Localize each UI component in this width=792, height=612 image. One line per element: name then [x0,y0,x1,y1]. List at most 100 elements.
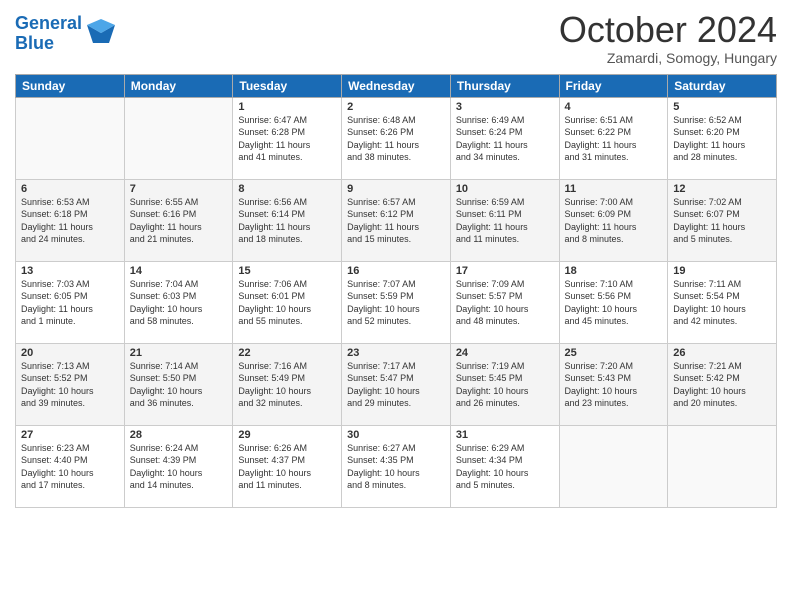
day-info: Sunrise: 6:55 AM Sunset: 6:16 PM Dayligh… [130,196,228,246]
day-number: 29 [238,429,336,441]
calendar-cell: 28Sunrise: 6:24 AM Sunset: 4:39 PM Dayli… [124,425,233,507]
calendar-row-0: 1Sunrise: 6:47 AM Sunset: 6:28 PM Daylig… [16,97,777,179]
calendar-cell: 22Sunrise: 7:16 AM Sunset: 5:49 PM Dayli… [233,343,342,425]
logo-general: General [15,13,82,33]
calendar-cell: 6Sunrise: 6:53 AM Sunset: 6:18 PM Daylig… [16,179,125,261]
day-info: Sunrise: 7:02 AM Sunset: 6:07 PM Dayligh… [673,196,771,246]
day-info: Sunrise: 6:24 AM Sunset: 4:39 PM Dayligh… [130,442,228,492]
day-number: 5 [673,101,771,113]
calendar-cell: 3Sunrise: 6:49 AM Sunset: 6:24 PM Daylig… [450,97,559,179]
weekday-saturday: Saturday [668,74,777,97]
calendar-cell: 21Sunrise: 7:14 AM Sunset: 5:50 PM Dayli… [124,343,233,425]
weekday-friday: Friday [559,74,668,97]
day-number: 20 [21,347,119,359]
day-info: Sunrise: 7:14 AM Sunset: 5:50 PM Dayligh… [130,360,228,410]
calendar-cell: 7Sunrise: 6:55 AM Sunset: 6:16 PM Daylig… [124,179,233,261]
day-info: Sunrise: 6:29 AM Sunset: 4:34 PM Dayligh… [456,442,554,492]
day-info: Sunrise: 6:26 AM Sunset: 4:37 PM Dayligh… [238,442,336,492]
day-number: 18 [565,265,663,277]
day-number: 26 [673,347,771,359]
day-info: Sunrise: 6:49 AM Sunset: 6:24 PM Dayligh… [456,114,554,164]
day-info: Sunrise: 7:04 AM Sunset: 6:03 PM Dayligh… [130,278,228,328]
page: General Blue October 2024 Zamardi, Somog… [0,0,792,612]
day-info: Sunrise: 6:23 AM Sunset: 4:40 PM Dayligh… [21,442,119,492]
day-number: 30 [347,429,445,441]
day-number: 31 [456,429,554,441]
calendar-cell: 1Sunrise: 6:47 AM Sunset: 6:28 PM Daylig… [233,97,342,179]
calendar-row-2: 13Sunrise: 7:03 AM Sunset: 6:05 PM Dayli… [16,261,777,343]
calendar-cell: 24Sunrise: 7:19 AM Sunset: 5:45 PM Dayli… [450,343,559,425]
calendar-cell: 11Sunrise: 7:00 AM Sunset: 6:09 PM Dayli… [559,179,668,261]
calendar-row-4: 27Sunrise: 6:23 AM Sunset: 4:40 PM Dayli… [16,425,777,507]
day-info: Sunrise: 7:16 AM Sunset: 5:49 PM Dayligh… [238,360,336,410]
day-number: 11 [565,183,663,195]
day-number: 4 [565,101,663,113]
calendar-cell: 4Sunrise: 6:51 AM Sunset: 6:22 PM Daylig… [559,97,668,179]
calendar-cell: 9Sunrise: 6:57 AM Sunset: 6:12 PM Daylig… [342,179,451,261]
day-number: 1 [238,101,336,113]
day-number: 21 [130,347,228,359]
day-number: 7 [130,183,228,195]
day-info: Sunrise: 7:19 AM Sunset: 5:45 PM Dayligh… [456,360,554,410]
day-info: Sunrise: 6:47 AM Sunset: 6:28 PM Dayligh… [238,114,336,164]
calendar-cell: 10Sunrise: 6:59 AM Sunset: 6:11 PM Dayli… [450,179,559,261]
calendar-cell: 29Sunrise: 6:26 AM Sunset: 4:37 PM Dayli… [233,425,342,507]
location: Zamardi, Somogy, Hungary [559,50,777,66]
day-number: 14 [130,265,228,277]
calendar-cell: 19Sunrise: 7:11 AM Sunset: 5:54 PM Dayli… [668,261,777,343]
calendar-cell: 14Sunrise: 7:04 AM Sunset: 6:03 PM Dayli… [124,261,233,343]
day-number: 19 [673,265,771,277]
logo: General Blue [15,14,117,54]
title-block: October 2024 Zamardi, Somogy, Hungary [559,10,777,66]
day-info: Sunrise: 7:11 AM Sunset: 5:54 PM Dayligh… [673,278,771,328]
weekday-tuesday: Tuesday [233,74,342,97]
day-info: Sunrise: 7:09 AM Sunset: 5:57 PM Dayligh… [456,278,554,328]
weekday-wednesday: Wednesday [342,74,451,97]
day-info: Sunrise: 7:06 AM Sunset: 6:01 PM Dayligh… [238,278,336,328]
day-number: 16 [347,265,445,277]
calendar: SundayMondayTuesdayWednesdayThursdayFrid… [15,74,777,508]
calendar-cell: 20Sunrise: 7:13 AM Sunset: 5:52 PM Dayli… [16,343,125,425]
calendar-cell: 2Sunrise: 6:48 AM Sunset: 6:26 PM Daylig… [342,97,451,179]
day-info: Sunrise: 7:03 AM Sunset: 6:05 PM Dayligh… [21,278,119,328]
header: General Blue October 2024 Zamardi, Somog… [15,10,777,66]
day-number: 25 [565,347,663,359]
calendar-cell: 15Sunrise: 7:06 AM Sunset: 6:01 PM Dayli… [233,261,342,343]
logo-blue: Blue [15,34,82,54]
day-info: Sunrise: 7:13 AM Sunset: 5:52 PM Dayligh… [21,360,119,410]
day-info: Sunrise: 6:59 AM Sunset: 6:11 PM Dayligh… [456,196,554,246]
calendar-cell [668,425,777,507]
weekday-monday: Monday [124,74,233,97]
calendar-cell: 8Sunrise: 6:56 AM Sunset: 6:14 PM Daylig… [233,179,342,261]
day-info: Sunrise: 6:51 AM Sunset: 6:22 PM Dayligh… [565,114,663,164]
day-number: 13 [21,265,119,277]
day-info: Sunrise: 7:07 AM Sunset: 5:59 PM Dayligh… [347,278,445,328]
calendar-cell: 5Sunrise: 6:52 AM Sunset: 6:20 PM Daylig… [668,97,777,179]
day-number: 15 [238,265,336,277]
day-info: Sunrise: 7:00 AM Sunset: 6:09 PM Dayligh… [565,196,663,246]
calendar-cell [124,97,233,179]
weekday-sunday: Sunday [16,74,125,97]
weekday-header-row: SundayMondayTuesdayWednesdayThursdayFrid… [16,74,777,97]
calendar-cell [16,97,125,179]
day-number: 8 [238,183,336,195]
logo-icon [85,15,117,47]
calendar-cell: 30Sunrise: 6:27 AM Sunset: 4:35 PM Dayli… [342,425,451,507]
calendar-cell: 31Sunrise: 6:29 AM Sunset: 4:34 PM Dayli… [450,425,559,507]
day-number: 9 [347,183,445,195]
calendar-cell: 27Sunrise: 6:23 AM Sunset: 4:40 PM Dayli… [16,425,125,507]
day-number: 23 [347,347,445,359]
day-number: 6 [21,183,119,195]
calendar-cell: 12Sunrise: 7:02 AM Sunset: 6:07 PM Dayli… [668,179,777,261]
day-info: Sunrise: 6:27 AM Sunset: 4:35 PM Dayligh… [347,442,445,492]
calendar-cell: 17Sunrise: 7:09 AM Sunset: 5:57 PM Dayli… [450,261,559,343]
calendar-cell [559,425,668,507]
day-number: 17 [456,265,554,277]
day-info: Sunrise: 7:17 AM Sunset: 5:47 PM Dayligh… [347,360,445,410]
calendar-cell: 26Sunrise: 7:21 AM Sunset: 5:42 PM Dayli… [668,343,777,425]
day-info: Sunrise: 6:52 AM Sunset: 6:20 PM Dayligh… [673,114,771,164]
day-number: 28 [130,429,228,441]
day-number: 12 [673,183,771,195]
day-number: 24 [456,347,554,359]
calendar-cell: 16Sunrise: 7:07 AM Sunset: 5:59 PM Dayli… [342,261,451,343]
